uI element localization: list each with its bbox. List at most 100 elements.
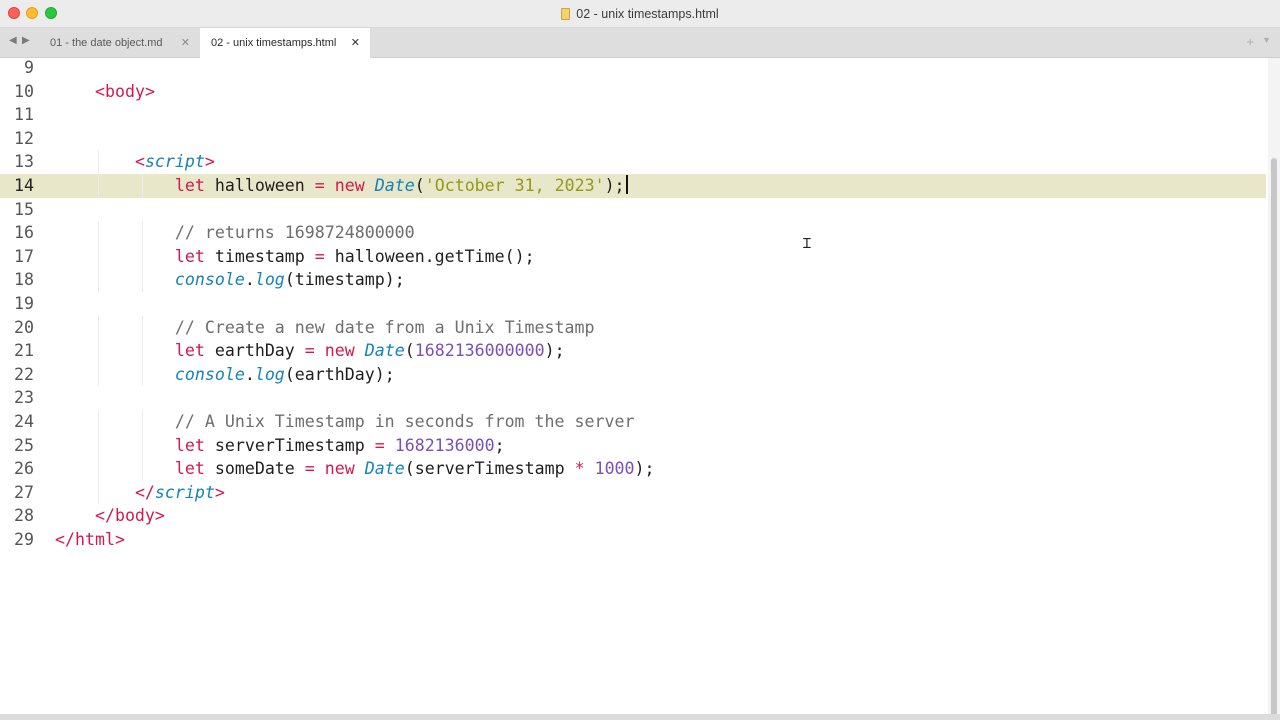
tab-unix-timestamps[interactable]: 02 - unix timestamps.html ✕ bbox=[200, 28, 370, 58]
code-line[interactable]: 11 bbox=[0, 103, 1266, 127]
code-token: earthDay bbox=[204, 341, 305, 361]
code-line[interactable]: 21 let earthDay = new Date(1682136000000… bbox=[0, 339, 1266, 363]
code-token: new bbox=[324, 459, 355, 479]
code-line[interactable]: 25 let serverTimestamp = 1682136000; bbox=[0, 433, 1266, 458]
back-arrow-icon[interactable]: ◀ bbox=[9, 35, 17, 46]
code-line[interactable]: 15 bbox=[0, 198, 1266, 222]
code-line[interactable]: 9 bbox=[0, 58, 1266, 80]
code-text: </script> bbox=[55, 481, 225, 505]
tab-label: 01 - the date object.md bbox=[50, 37, 163, 49]
code-token: ( bbox=[404, 341, 415, 361]
line-number: 9 bbox=[24, 58, 34, 77]
line-number: 25 bbox=[14, 435, 34, 455]
code-token: Date bbox=[364, 459, 405, 479]
line-number: 23 bbox=[14, 388, 34, 408]
close-tab-icon[interactable]: ✕ bbox=[351, 28, 360, 58]
line-number: 10 bbox=[14, 81, 34, 101]
scrollbar-thumb[interactable] bbox=[1271, 158, 1277, 718]
code-token: body bbox=[104, 81, 145, 101]
code-line[interactable]: 10 <body> bbox=[0, 80, 1266, 104]
code-text: let serverTimestamp = 1682136000; bbox=[55, 434, 505, 458]
code-line[interactable]: 18 console.log(timestamp); bbox=[0, 268, 1266, 292]
text-caret bbox=[625, 175, 628, 194]
code-token: console bbox=[174, 270, 245, 290]
code-text: </body> bbox=[55, 504, 165, 528]
code-token: > bbox=[144, 81, 155, 101]
close-tab-icon[interactable]: ✕ bbox=[181, 28, 190, 58]
code-token: new bbox=[324, 341, 355, 361]
code-line[interactable]: 14 let halloween = new Date('October 31,… bbox=[0, 174, 1266, 198]
line-number: 22 bbox=[14, 364, 34, 384]
code-text: <body> bbox=[55, 80, 155, 104]
code-token: let bbox=[174, 341, 205, 361]
code-line[interactable]: 27 </script> bbox=[0, 480, 1266, 505]
code-token: Date bbox=[374, 176, 415, 195]
code-token: = bbox=[314, 246, 325, 266]
tab-the-date-object[interactable]: 01 - the date object.md ✕ bbox=[40, 28, 200, 58]
line-number: 20 bbox=[14, 317, 34, 337]
vertical-scrollbar[interactable] bbox=[1268, 58, 1280, 718]
code-line[interactable]: 26 let someDate = new Date(serverTimesta… bbox=[0, 457, 1266, 481]
line-number: 12 bbox=[14, 128, 34, 148]
code-token: // returns 1698724800000 bbox=[174, 223, 415, 243]
code-token: 1000 bbox=[594, 459, 635, 479]
code-token: ( bbox=[414, 176, 425, 195]
code-token: Date bbox=[364, 341, 405, 361]
tab-menu-chevron-icon[interactable]: ▼ bbox=[1262, 35, 1271, 45]
tab-bar: ◀ ▶ 01 - the date object.md ✕ 02 - unix … bbox=[0, 28, 1280, 58]
code-token: someDate bbox=[204, 459, 305, 479]
code-text: console.log(earthDay); bbox=[55, 363, 395, 387]
code-text: <script> bbox=[55, 150, 215, 174]
code-token: timestamp bbox=[204, 246, 315, 266]
code-editor[interactable]: 9 10 <body> 11 12 13 <script> 14 let hallowee… bbox=[0, 58, 1268, 714]
code-token: 1682136000000 bbox=[414, 341, 545, 361]
window-title-text: 02 - unix timestamps.html bbox=[576, 7, 719, 21]
code-token: 'October 31, 2023' bbox=[424, 176, 605, 195]
code-text: let earthDay = new Date(1682136000000); bbox=[55, 339, 565, 363]
code-text: console.log(timestamp); bbox=[55, 268, 405, 292]
code-token: let bbox=[174, 176, 205, 195]
window-title: 02 - unix timestamps.html bbox=[0, 0, 1280, 28]
line-number: 28 bbox=[14, 506, 34, 526]
code-line[interactable]: 12 bbox=[0, 127, 1266, 151]
code-token: serverTimestamp bbox=[204, 435, 375, 455]
line-number: 19 bbox=[14, 294, 34, 313]
code-line[interactable]: 16 // returns 1698724800000 bbox=[0, 221, 1266, 245]
line-number: 14 bbox=[14, 176, 34, 195]
code-token: log bbox=[254, 270, 285, 290]
title-bar: 02 - unix timestamps.html bbox=[0, 0, 1280, 28]
code-line[interactable]: 28 </body> bbox=[0, 504, 1266, 528]
code-line[interactable]: 23 bbox=[0, 386, 1266, 410]
code-token: (timestamp); bbox=[284, 270, 405, 290]
line-number: 17 bbox=[14, 246, 34, 266]
code-text: </html> bbox=[55, 528, 125, 552]
code-line[interactable]: 22 console.log(earthDay); bbox=[0, 362, 1266, 387]
code-token: = bbox=[304, 341, 315, 361]
code-token: (serverTimestamp bbox=[404, 459, 575, 479]
code-line[interactable]: 17 let timestamp = halloween.getTime(); bbox=[0, 244, 1266, 269]
code-line[interactable]: 13 <script> bbox=[0, 150, 1266, 174]
code-token: let bbox=[174, 459, 205, 479]
forward-arrow-icon[interactable]: ▶ bbox=[22, 35, 30, 46]
code-line[interactable]: 19 bbox=[0, 292, 1266, 316]
code-line[interactable]: 20 // Create a new date from a Unix Time… bbox=[0, 315, 1266, 340]
code-line[interactable]: 24 // A Unix Timestamp in seconds from t… bbox=[0, 410, 1266, 434]
code-text: // A Unix Timestamp in seconds from the … bbox=[55, 410, 635, 434]
code-token: html bbox=[74, 530, 115, 549]
new-tab-icon[interactable]: + bbox=[1246, 34, 1254, 49]
code-line[interactable]: 29 </html> bbox=[0, 528, 1266, 552]
code-token: log bbox=[254, 364, 285, 384]
